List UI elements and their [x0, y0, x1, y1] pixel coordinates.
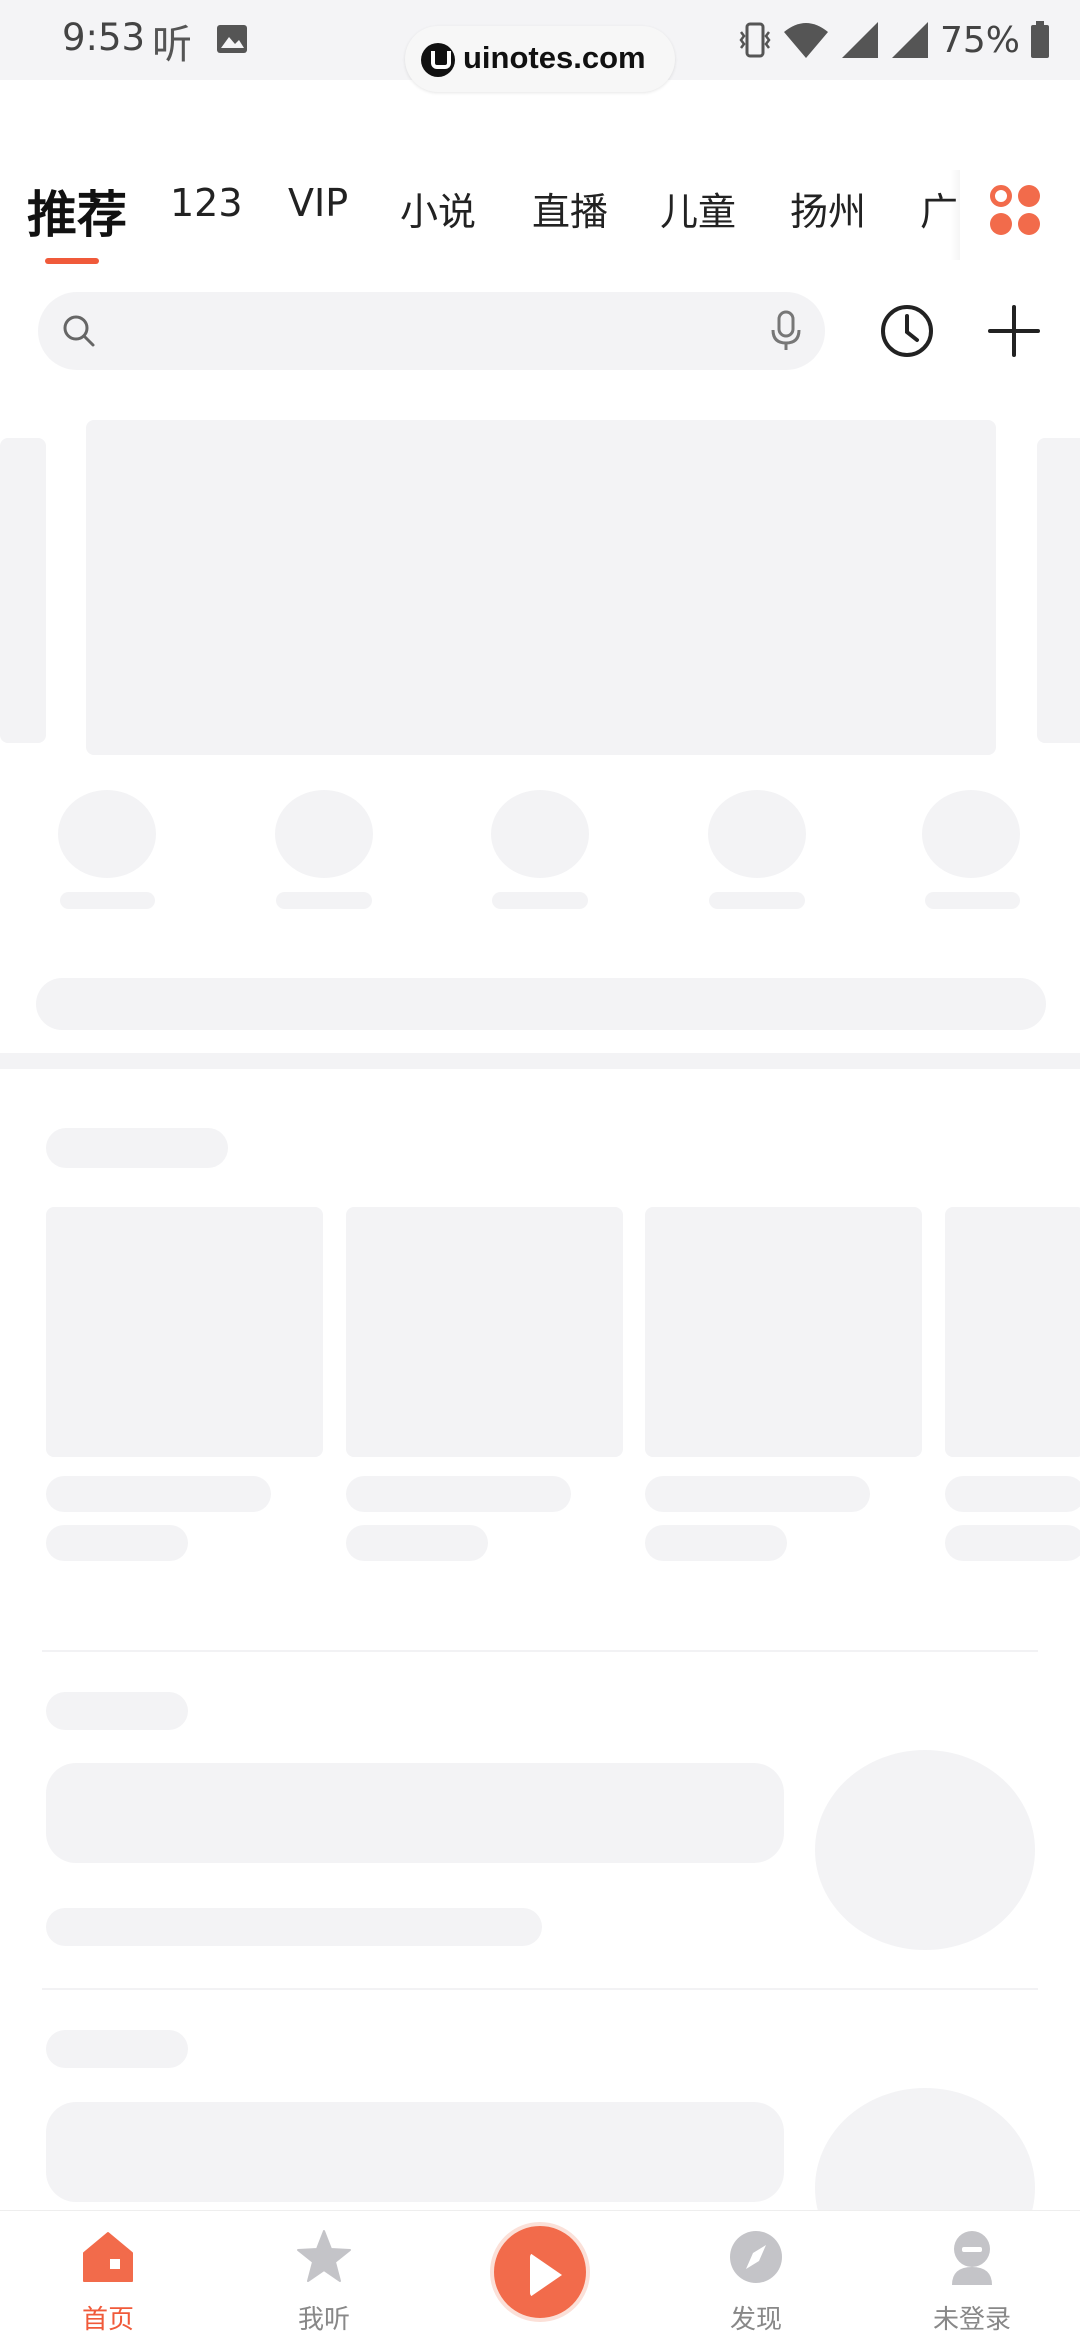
battery-percent: 75% — [939, 19, 1020, 61]
card-title-placeholder — [346, 1476, 571, 1512]
site-logo-icon — [421, 43, 455, 77]
entry-icon-placeholder[interactable] — [58, 790, 156, 878]
search-icon — [63, 315, 95, 347]
list-divider — [42, 1988, 1038, 1990]
list-thumb-placeholder[interactable] — [815, 1750, 1035, 1950]
nav-home-label: 首页 — [81, 2305, 134, 2335]
tab-children[interactable]: 儿童 — [660, 181, 736, 236]
site-badge: uinotes.com — [405, 26, 675, 92]
list-tag-placeholder — [46, 2030, 188, 2068]
card-title-placeholder — [46, 1476, 271, 1512]
nav-profile[interactable]: 未登录 — [902, 2211, 1042, 2340]
clock-icon[interactable] — [878, 302, 936, 360]
card-subtitle-placeholder — [346, 1525, 488, 1561]
entry-label-placeholder — [925, 892, 1020, 909]
tab-recommend[interactable]: 推荐 — [27, 175, 127, 247]
list-tag-placeholder — [46, 1692, 188, 1730]
status-bar: 9:53 听 uinotes.com 75% — [0, 0, 1080, 92]
category-tabs: 推荐 123 VIP 小说 直播 儿童 扬州 广 — [0, 175, 960, 255]
search-input[interactable] — [38, 292, 825, 370]
home-icon — [83, 2232, 133, 2282]
list-title-placeholder[interactable] — [46, 2102, 784, 2202]
play-icon — [530, 2253, 562, 2297]
entry-icon-placeholder[interactable] — [922, 790, 1020, 878]
vibrate-icon — [739, 22, 771, 58]
nav-listen[interactable]: 我听 — [254, 2211, 394, 2340]
site-badge-text: uinotes.com — [463, 40, 646, 75]
user-icon — [952, 2231, 992, 2285]
card-subtitle-placeholder — [46, 1525, 188, 1561]
tab-123[interactable]: 123 — [170, 181, 243, 225]
entry-label-placeholder — [60, 892, 155, 909]
tab-novel[interactable]: 小说 — [400, 181, 476, 236]
entry-label-placeholder — [492, 892, 588, 909]
plus-icon[interactable] — [985, 302, 1043, 360]
banner-prev-placeholder — [0, 438, 46, 743]
play-button[interactable] — [490, 2222, 590, 2322]
banner-next-placeholder — [1037, 438, 1080, 743]
star-icon — [297, 2230, 351, 2282]
microphone-icon[interactable] — [769, 310, 803, 352]
card-cover-placeholder[interactable] — [645, 1207, 922, 1457]
compass-icon — [730, 2231, 782, 2283]
battery-icon — [1031, 21, 1049, 58]
card-subtitle-placeholder — [945, 1525, 1080, 1561]
nav-discover-label: 发现 — [729, 2305, 782, 2335]
list-title-placeholder[interactable] — [46, 1763, 784, 1863]
list-meta-placeholder — [46, 1908, 542, 1946]
wifi-icon — [783, 23, 828, 58]
image-notification-icon — [217, 25, 247, 53]
tab-vip[interactable]: VIP — [288, 181, 348, 225]
card-cover-placeholder[interactable] — [46, 1207, 323, 1457]
list-divider — [42, 1650, 1038, 1652]
status-icons: 75% — [738, 18, 1050, 62]
status-time: 9:53 — [62, 16, 146, 59]
signal-icon — [841, 22, 878, 58]
entry-icon-placeholder[interactable] — [491, 790, 589, 878]
app-notification-icon: 听 — [152, 22, 192, 68]
section-divider — [0, 1053, 1080, 1069]
entry-label-placeholder — [276, 892, 372, 909]
card-title-placeholder — [645, 1476, 870, 1512]
card-title-placeholder — [945, 1476, 1080, 1512]
entry-icon-placeholder[interactable] — [275, 790, 373, 878]
entry-label-placeholder — [709, 892, 805, 909]
nav-listen-label: 我听 — [297, 2305, 350, 2335]
grid-dots-icon[interactable] — [990, 185, 1042, 237]
nav-home[interactable]: 首页 — [38, 2211, 178, 2340]
tab-yangzhou[interactable]: 扬州 — [790, 181, 866, 236]
section-title-placeholder — [46, 1128, 228, 1168]
tab-live[interactable]: 直播 — [532, 181, 608, 236]
card-cover-placeholder[interactable] — [945, 1207, 1080, 1457]
nav-profile-label: 未登录 — [932, 2305, 1011, 2335]
banner-placeholder[interactable] — [86, 420, 996, 755]
tabs-fade — [950, 170, 960, 260]
card-subtitle-placeholder — [645, 1525, 787, 1561]
card-cover-placeholder[interactable] — [346, 1207, 623, 1457]
entry-icon-placeholder[interactable] — [708, 790, 806, 878]
nav-discover[interactable]: 发现 — [686, 2211, 826, 2340]
signal-icon-2 — [891, 22, 928, 58]
notice-bar-placeholder — [36, 978, 1046, 1030]
active-tab-indicator — [45, 258, 99, 264]
